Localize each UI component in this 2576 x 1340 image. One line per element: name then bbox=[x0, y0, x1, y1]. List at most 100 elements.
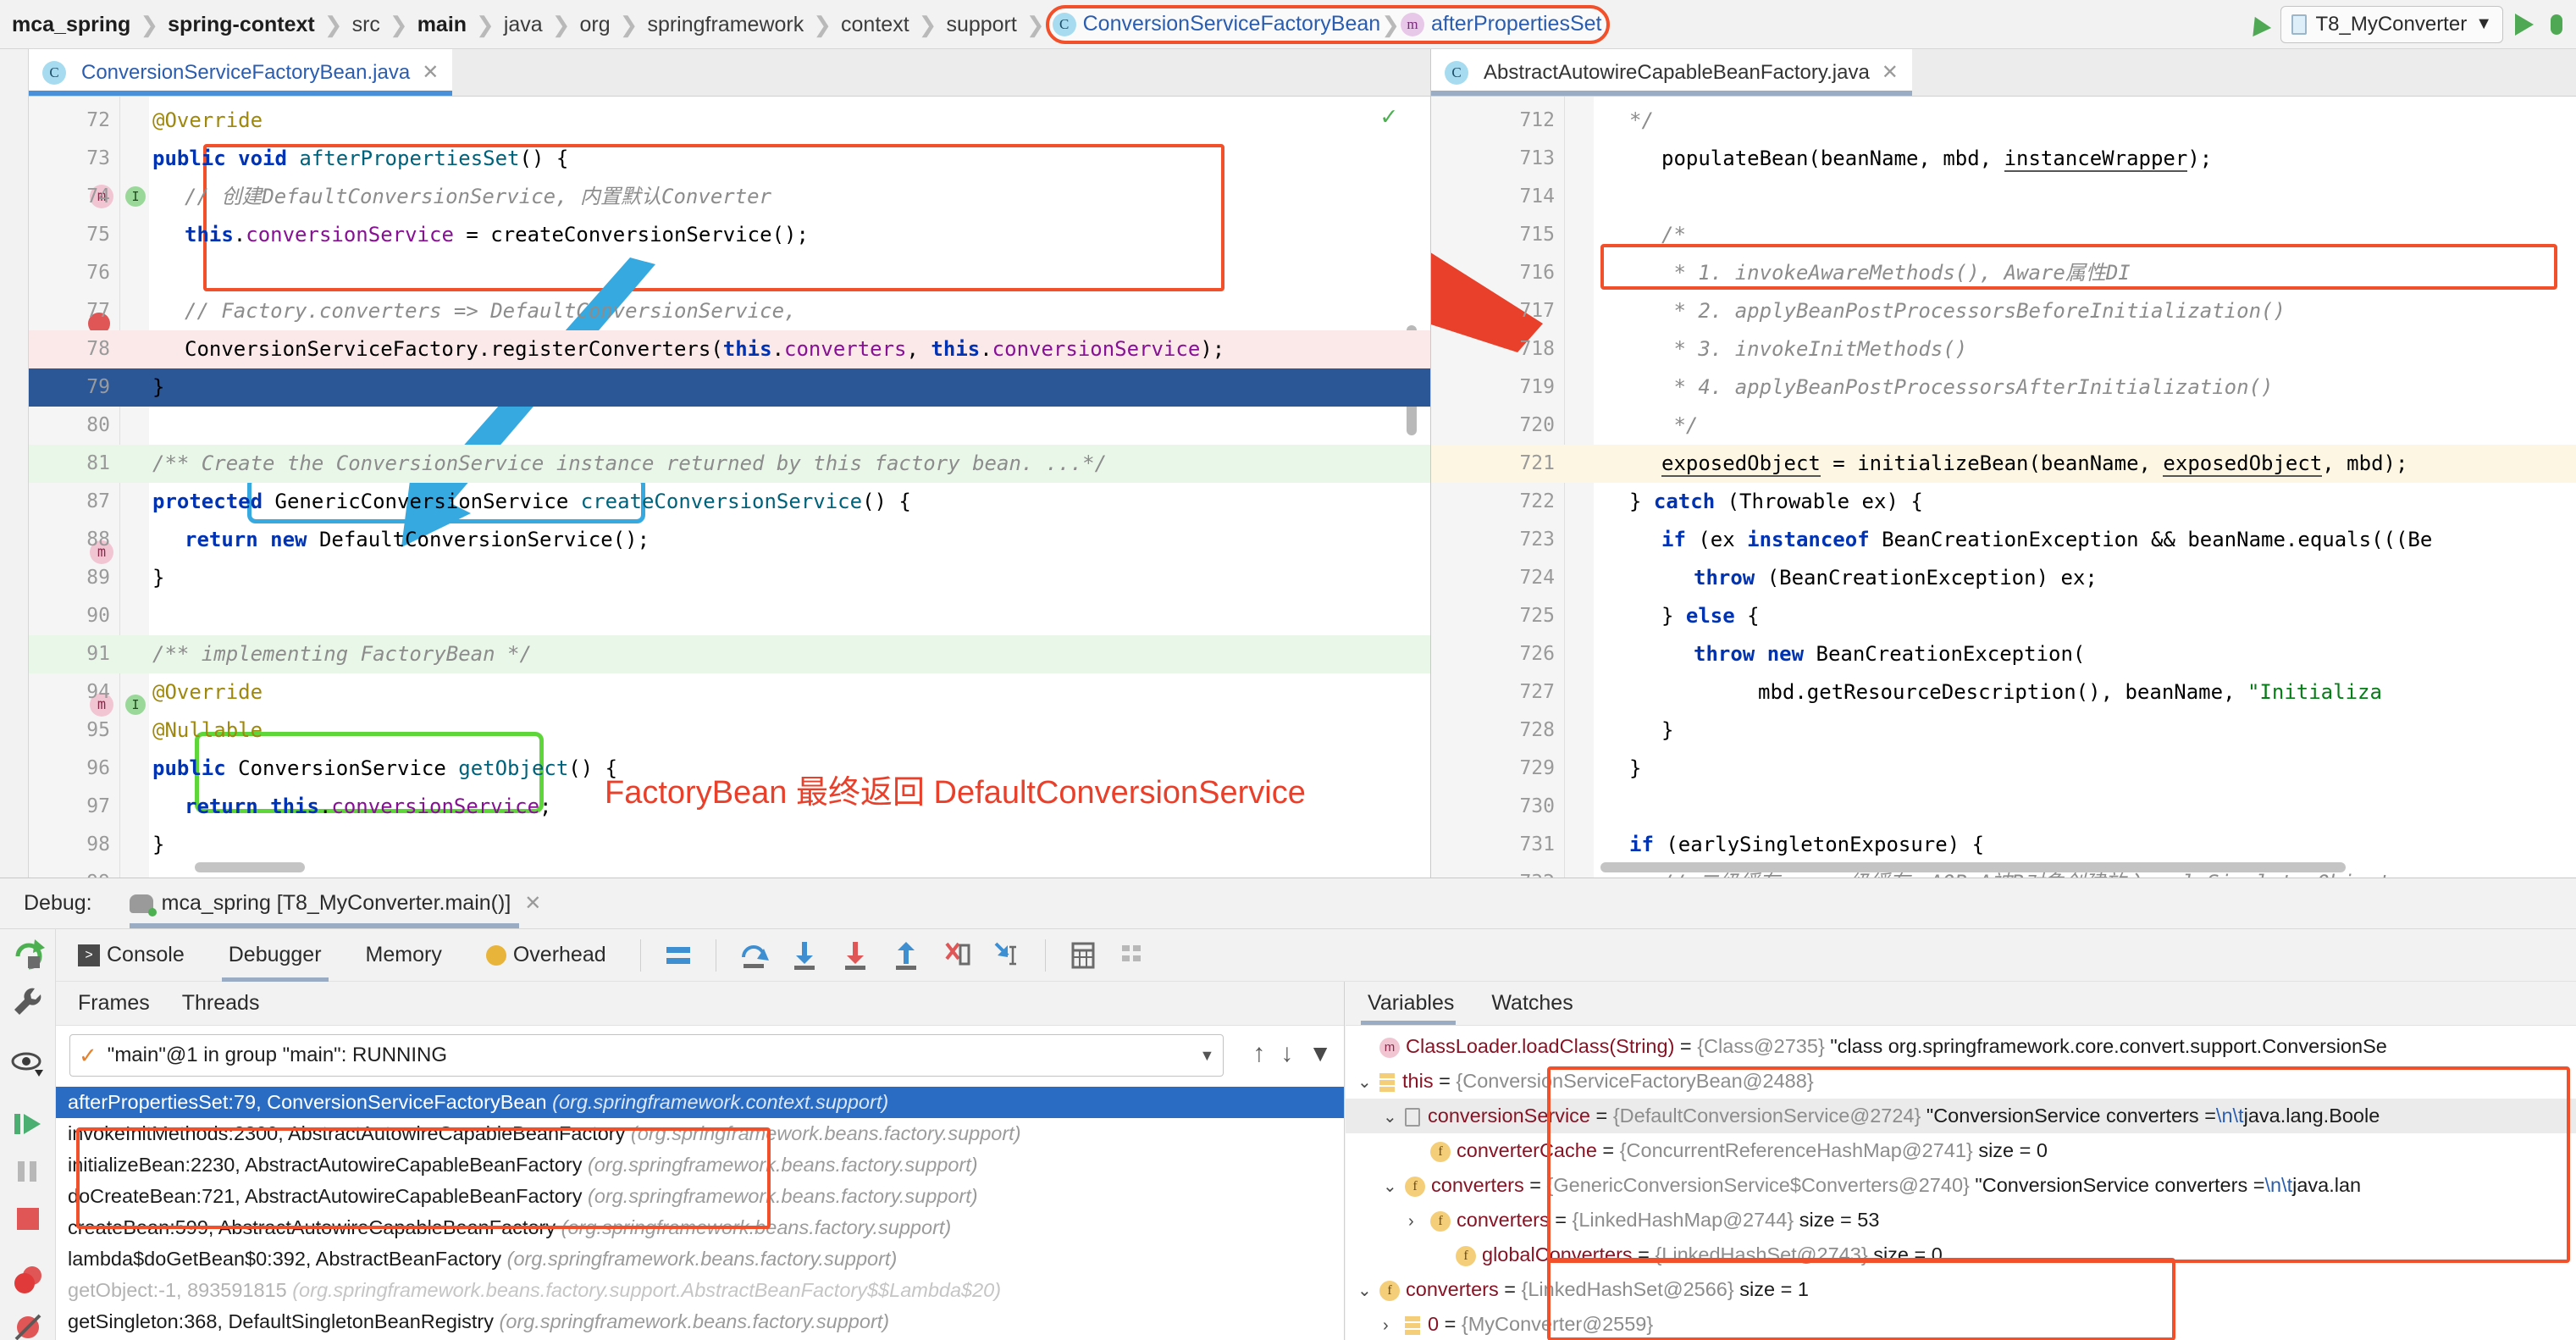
field-icon: f bbox=[1430, 1210, 1451, 1232]
step-into-icon[interactable] bbox=[788, 939, 821, 972]
mute-breakpoints-toolbar-icon[interactable] bbox=[661, 939, 695, 972]
code-editor-left[interactable]: ✓ m I m m I FactoryBean 最终返回 DefaultConv… bbox=[29, 97, 1430, 878]
close-icon[interactable]: ✕ bbox=[422, 60, 439, 85]
thread-selector[interactable]: ✓ "main"@1 in group "main": RUNNING ▼ bbox=[69, 1034, 1224, 1077]
evaluate-expression-icon[interactable] bbox=[1066, 939, 1100, 972]
debug-tab-overhead[interactable]: Overhead bbox=[464, 929, 628, 982]
variable-row[interactable]: ⌄ f converters = {LinkedHashSet@2566} size… bbox=[1346, 1272, 2576, 1307]
expand-chevron-icon[interactable]: › bbox=[1383, 1309, 1405, 1340]
frame-row[interactable]: initializeBean:2230, AbstractAutowireCap… bbox=[56, 1149, 1344, 1181]
breadcrumb-item-support[interactable]: support bbox=[937, 0, 1025, 49]
frame-row[interactable]: getSingleton:368, DefaultSingletonBeanRe… bbox=[56, 1306, 1344, 1337]
tab-watches[interactable]: Watches bbox=[1491, 991, 1573, 1016]
variable-row[interactable]: › 0 = {MyConverter@2559} bbox=[1346, 1307, 2576, 1340]
variable-row[interactable]: ⌄ f converters = {GenericConversionService… bbox=[1346, 1168, 2576, 1203]
line-number: 720 bbox=[1519, 414, 1555, 436]
drop-frame-icon[interactable] bbox=[940, 939, 974, 972]
frame-row[interactable]: invokeInitMethods:2300, AbstractAutowire… bbox=[56, 1118, 1344, 1149]
breadcrumb-item-context[interactable]: context bbox=[832, 0, 918, 49]
debug-tab-memory[interactable]: Memory bbox=[344, 929, 464, 982]
tab-abstractautowirecapablebeanfactory[interactable]: C AbstractAutowireCapableBeanFactory.jav… bbox=[1431, 49, 1912, 96]
expand-chevron-icon[interactable]: ⌄ bbox=[1383, 1100, 1405, 1135]
expand-chevron-icon[interactable]: › bbox=[1408, 1204, 1430, 1239]
code-text: if (ex instanceof BeanCreationException … bbox=[1661, 528, 2433, 551]
frame-method: initializeBean:2230, AbstractAutowireCap… bbox=[68, 1154, 583, 1176]
debug-session-label: mca_spring [T8_MyConverter.main()] bbox=[161, 891, 511, 915]
resume-program-icon[interactable] bbox=[11, 1107, 45, 1141]
wrench-settings-icon[interactable] bbox=[11, 985, 45, 1019]
expand-chevron-icon[interactable]: ⌄ bbox=[1357, 1066, 1379, 1100]
breadcrumb-item-mca_spring[interactable]: mca_spring bbox=[3, 0, 139, 49]
frame-row[interactable]: getObject:-1, 893591815 (org.springframe… bbox=[56, 1275, 1344, 1306]
variable-row[interactable]: ⌄ conversionService = {DefaultConversionS… bbox=[1346, 1099, 2576, 1133]
variable-row[interactable]: f globalConverters = {LinkedHashSet@2743}… bbox=[1346, 1238, 2576, 1272]
eye-watch-icon[interactable] bbox=[11, 1046, 45, 1080]
debug-tab-console[interactable]: > Console bbox=[56, 929, 207, 982]
breadcrumb-item-java[interactable]: java bbox=[495, 0, 551, 49]
down-arrow-icon[interactable]: ↓ bbox=[1280, 1039, 1293, 1068]
frames-list[interactable]: afterPropertiesSet:79, ConversionService… bbox=[56, 1087, 1344, 1337]
close-icon-2[interactable]: ✕ bbox=[1882, 60, 1899, 85]
breadcrumb-item-src[interactable]: src bbox=[344, 0, 389, 49]
tab-conversionservicefactorybean[interactable]: C ConversionServiceFactoryBean.java ✕ bbox=[29, 49, 453, 96]
debug-tab-debugger[interactable]: Debugger bbox=[207, 929, 344, 982]
tab-threads[interactable]: Threads bbox=[182, 991, 260, 1016]
line-number: 730 bbox=[1519, 795, 1555, 817]
variable-row[interactable]: m ClassLoader.loadClass(String) = {Class@… bbox=[1346, 1029, 2576, 1064]
breadcrumb-item-main[interactable]: main bbox=[409, 0, 475, 49]
debug-tab-underline-active bbox=[221, 977, 329, 982]
view-breakpoints-icon[interactable] bbox=[11, 1263, 45, 1297]
debug-button[interactable] bbox=[2546, 13, 2568, 36]
breadcrumb-item-springframework[interactable]: springframework bbox=[638, 0, 812, 49]
expand-chevron-icon[interactable]: ⌄ bbox=[1357, 1274, 1379, 1309]
back-arrow-icon[interactable] bbox=[2246, 12, 2272, 36]
variables-tree[interactable]: m ClassLoader.loadClass(String) = {Class@… bbox=[1346, 1029, 2576, 1340]
code-text: * 2. applyBeanPostProcessorsBeforeInitia… bbox=[1661, 299, 2286, 323]
expand-chevron-icon[interactable]: ⌄ bbox=[1383, 1170, 1405, 1204]
rerun-icon[interactable] bbox=[11, 938, 45, 972]
variable-escape: \n\t bbox=[2215, 1105, 2244, 1127]
debug-session-tab[interactable]: mca_spring [T8_MyConverter.main()] ✕ bbox=[129, 878, 541, 928]
frame-row[interactable]: doCreateBean:721, AbstractAutowireCapabl… bbox=[56, 1181, 1344, 1212]
variable-ref: {LinkedHashSet@2743} bbox=[1655, 1243, 1868, 1265]
run-to-cursor-icon[interactable] bbox=[991, 939, 1025, 972]
up-arrow-icon[interactable]: ↑ bbox=[1252, 1039, 1265, 1068]
breadcrumb-item-spring-context[interactable]: spring-context bbox=[159, 0, 323, 49]
tab-frames[interactable]: Frames bbox=[78, 991, 150, 1016]
close-icon-3[interactable]: ✕ bbox=[524, 891, 541, 916]
frame-row[interactable]: createBean:599, AbstractAutowireCapableB… bbox=[56, 1212, 1344, 1243]
chevron-down-icon-2[interactable]: ▼ bbox=[1199, 1047, 1214, 1065]
line-number: 74 bbox=[86, 185, 110, 208]
variable-value: size = 1 bbox=[1739, 1278, 1809, 1300]
pause-program-icon[interactable] bbox=[11, 1155, 45, 1188]
debug-tab-label: Debugger bbox=[228, 943, 322, 966]
stop-icon[interactable] bbox=[11, 1202, 45, 1236]
tab-variables[interactable]: Variables bbox=[1368, 991, 1454, 1016]
force-step-into-icon[interactable] bbox=[838, 939, 872, 972]
mute-breakpoints-icon[interactable] bbox=[11, 1310, 45, 1340]
run-configuration-selector[interactable]: T8_MyConverter ▼ bbox=[2280, 5, 2503, 43]
frame-row[interactable]: lambda$doGetBean$0:392, AbstractBeanFact… bbox=[56, 1243, 1344, 1275]
breadcrumb-item-class[interactable]: ConversionServiceFactoryBean bbox=[1083, 12, 1381, 36]
breadcrumb-item-method[interactable]: afterPropertiesSet bbox=[1431, 12, 1602, 36]
code-editor-right[interactable]: 712 */ 713 populateBean(beanName, mbd, inst… bbox=[1431, 97, 2576, 878]
frame-row[interactable]: afterPropertiesSet:79, ConversionService… bbox=[56, 1087, 1344, 1118]
run-button[interactable] bbox=[2515, 13, 2534, 36]
variable-escape: \n\t bbox=[2264, 1174, 2293, 1196]
step-over-icon[interactable] bbox=[737, 939, 771, 972]
filter-icon[interactable]: ▼ bbox=[1308, 1040, 1332, 1067]
breadcrumb-item-org[interactable]: org bbox=[572, 0, 619, 49]
debug-tab-label: Overhead bbox=[512, 943, 606, 966]
settings-icon[interactable] bbox=[1117, 939, 1151, 972]
variable-row[interactable]: › f converters = {LinkedHashMap@2744} size… bbox=[1346, 1203, 2576, 1238]
frame-method: getSingleton:368, DefaultSingletonBeanRe… bbox=[68, 1310, 494, 1332]
chevron-down-icon[interactable]: ▼ bbox=[2475, 14, 2492, 34]
variable-row[interactable]: f converterCache = {ConcurrentReferenceHa… bbox=[1346, 1133, 2576, 1168]
variable-name: 0 bbox=[1428, 1313, 1440, 1335]
step-out-icon[interactable] bbox=[889, 939, 923, 972]
variable-row[interactable]: ⌄ this = {ConversionServiceFactoryBean@24… bbox=[1346, 1064, 2576, 1099]
code-text: } bbox=[152, 375, 165, 399]
frame-package: (org.springframework.beans.factory.suppo… bbox=[292, 1279, 1002, 1301]
